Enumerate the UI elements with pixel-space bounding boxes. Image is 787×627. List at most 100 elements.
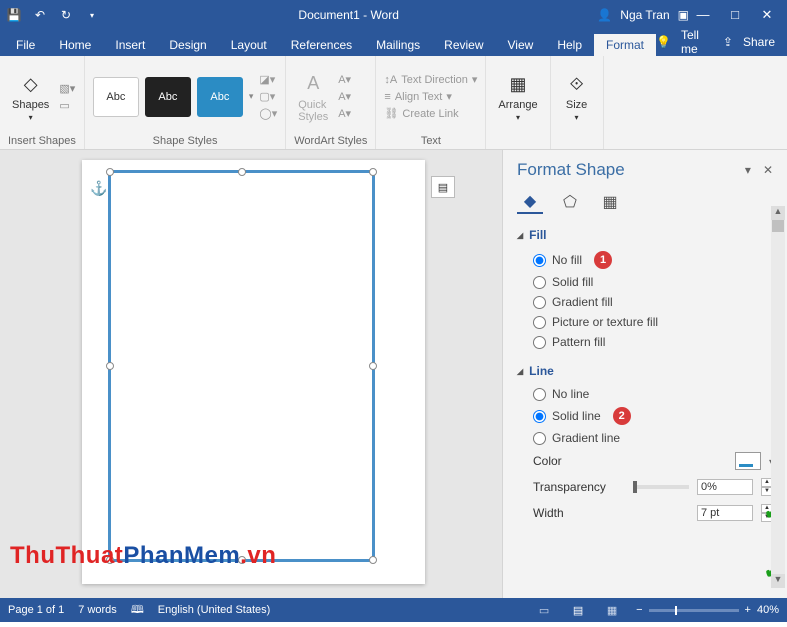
style-gallery-more[interactable]: ▾ (249, 91, 254, 102)
radio-no-fill-input[interactable] (533, 254, 546, 267)
tab-file[interactable]: File (4, 34, 47, 56)
tab-design[interactable]: Design (157, 34, 218, 56)
user-avatar-icon[interactable]: 👤 (597, 8, 612, 22)
radio-gradient-line-input[interactable] (533, 432, 546, 445)
tab-mailings[interactable]: Mailings (364, 34, 432, 56)
radio-picture-fill[interactable]: Picture or texture fill (517, 312, 773, 332)
radio-solid-fill-input[interactable] (533, 276, 546, 289)
resize-handle-e[interactable] (369, 362, 377, 370)
group-label-insert-shapes: Insert Shapes (8, 133, 76, 147)
scroll-up-icon[interactable]: ▲ (771, 206, 785, 220)
web-layout-icon[interactable]: ▦ (602, 604, 622, 617)
radio-solid-line[interactable]: Solid line 2 (517, 404, 773, 428)
transparency-slider[interactable] (633, 485, 689, 489)
resize-handle-n[interactable] (238, 168, 246, 176)
pane-close-icon[interactable]: ✕ (763, 163, 773, 177)
tab-help[interactable]: Help (545, 34, 594, 56)
maximize-button[interactable]: □ (721, 7, 749, 23)
radio-picture-fill-input[interactable] (533, 316, 546, 329)
zoom-in-button[interactable]: + (745, 604, 751, 616)
ribbon-display-icon[interactable]: ▣ (678, 8, 689, 22)
layout-options-icon[interactable]: ▤ (431, 176, 455, 198)
text-box-icon[interactable]: ▭ (59, 99, 75, 112)
tab-references[interactable]: References (279, 34, 364, 56)
shape-outline-icon[interactable]: ▢▾ (259, 90, 277, 103)
fill-line-tab-icon[interactable]: ◆ (517, 190, 543, 214)
status-words[interactable]: 7 words (78, 604, 117, 616)
create-link-button[interactable]: ⛓Create Link (384, 107, 477, 120)
section-line[interactable]: Line (517, 364, 773, 378)
radio-no-line[interactable]: No line (517, 384, 773, 404)
resize-handle-w[interactable] (106, 362, 114, 370)
minimize-button[interactable]: — (689, 7, 717, 23)
align-text-button[interactable]: ≡Align Text▾ (384, 90, 477, 103)
text-effects-icon[interactable]: A▾ (338, 107, 351, 120)
pane-scrollbar[interactable]: ▲ ▼ (771, 206, 785, 588)
watermark: ThuThuatPhanMem.vn (10, 542, 276, 570)
tell-me[interactable]: Tell me (681, 28, 713, 56)
print-layout-icon[interactable]: ▤ (568, 604, 588, 617)
effects-tab-icon[interactable]: ⬠ (557, 190, 583, 214)
radio-gradient-fill-input[interactable] (533, 296, 546, 309)
tab-format[interactable]: Format (594, 34, 656, 56)
selected-rectangle-shape[interactable] (108, 170, 375, 562)
radio-pattern-fill[interactable]: Pattern fill (517, 332, 773, 352)
radio-solid-line-input[interactable] (533, 410, 546, 423)
width-field[interactable]: 7 pt (697, 505, 753, 521)
status-language[interactable]: English (United States) (158, 604, 271, 616)
color-picker[interactable] (735, 452, 761, 470)
shapes-button[interactable]: ◇ Shapes ▾ (8, 69, 53, 124)
radio-gradient-fill[interactable]: Gradient fill (517, 292, 773, 312)
save-icon[interactable]: 💾 (6, 8, 22, 22)
width-label: Width (533, 506, 625, 520)
radio-pattern-fill-input[interactable] (533, 336, 546, 349)
group-label-shape-styles: Shape Styles (93, 133, 277, 147)
radio-no-line-label: No line (552, 387, 589, 401)
scroll-down-icon[interactable]: ▼ (771, 574, 785, 588)
radio-solid-fill[interactable]: Solid fill (517, 272, 773, 292)
tab-review[interactable]: Review (432, 34, 495, 56)
edit-shape-icon[interactable]: ▧▾ (59, 82, 75, 95)
radio-no-fill[interactable]: No fill 1 (517, 248, 773, 272)
tab-view[interactable]: View (496, 34, 546, 56)
layout-properties-tab-icon[interactable]: ▦ (597, 190, 623, 214)
radio-no-line-input[interactable] (533, 388, 546, 401)
tab-home[interactable]: Home (47, 34, 103, 56)
text-outline-icon[interactable]: A▾ (338, 90, 351, 103)
tab-insert[interactable]: Insert (103, 34, 157, 56)
radio-gradient-line[interactable]: Gradient line (517, 428, 773, 448)
size-button[interactable]: ⟐ Size ▾ (559, 69, 595, 124)
arrange-button[interactable]: ▦ Arrange ▾ (494, 69, 541, 124)
shape-fill-icon[interactable]: ◪▾ (259, 73, 277, 86)
shape-effects-icon[interactable]: ◯▾ (259, 107, 277, 120)
spellcheck-icon[interactable]: 🕮 (131, 601, 144, 620)
resize-handle-se[interactable] (369, 556, 377, 564)
shape-style-3[interactable]: Abc (197, 77, 243, 117)
transparency-field[interactable]: 0% (697, 479, 753, 495)
share-button[interactable]: Share (743, 35, 775, 49)
text-fill-icon[interactable]: A▾ (338, 73, 351, 86)
read-mode-icon[interactable]: ▭ (534, 604, 554, 617)
anchor-icon[interactable]: ⚓ (90, 180, 107, 197)
zoom-out-button[interactable]: − (636, 604, 642, 616)
zoom-slider[interactable] (649, 609, 739, 612)
close-button[interactable]: ✕ (753, 7, 781, 23)
shape-style-2[interactable]: Abc (145, 77, 191, 117)
wordart-stack: A▾ A▾ A▾ (338, 73, 351, 120)
qat-dropdown-icon[interactable]: ▾ (84, 11, 100, 20)
redo-icon[interactable]: ↻ (58, 8, 74, 22)
page: ⚓ ▤ (82, 160, 425, 584)
scroll-thumb[interactable] (772, 220, 784, 232)
tab-layout[interactable]: Layout (219, 34, 279, 56)
status-page[interactable]: Page 1 of 1 (8, 604, 64, 616)
resize-handle-nw[interactable] (106, 168, 114, 176)
zoom-level[interactable]: 40% (757, 604, 779, 616)
section-fill[interactable]: Fill (517, 228, 773, 242)
quick-styles-button[interactable]: A Quick Styles (294, 69, 332, 125)
pane-options-icon[interactable]: ▾ (745, 163, 751, 177)
undo-icon[interactable]: ↶ (32, 8, 48, 22)
document-viewport[interactable]: ⚓ ▤ ThuThuatPhanMem.vn (0, 150, 502, 598)
text-direction-button[interactable]: ↕AText Direction▾ (384, 73, 477, 86)
resize-handle-ne[interactable] (369, 168, 377, 176)
shape-style-1[interactable]: Abc (93, 77, 139, 117)
